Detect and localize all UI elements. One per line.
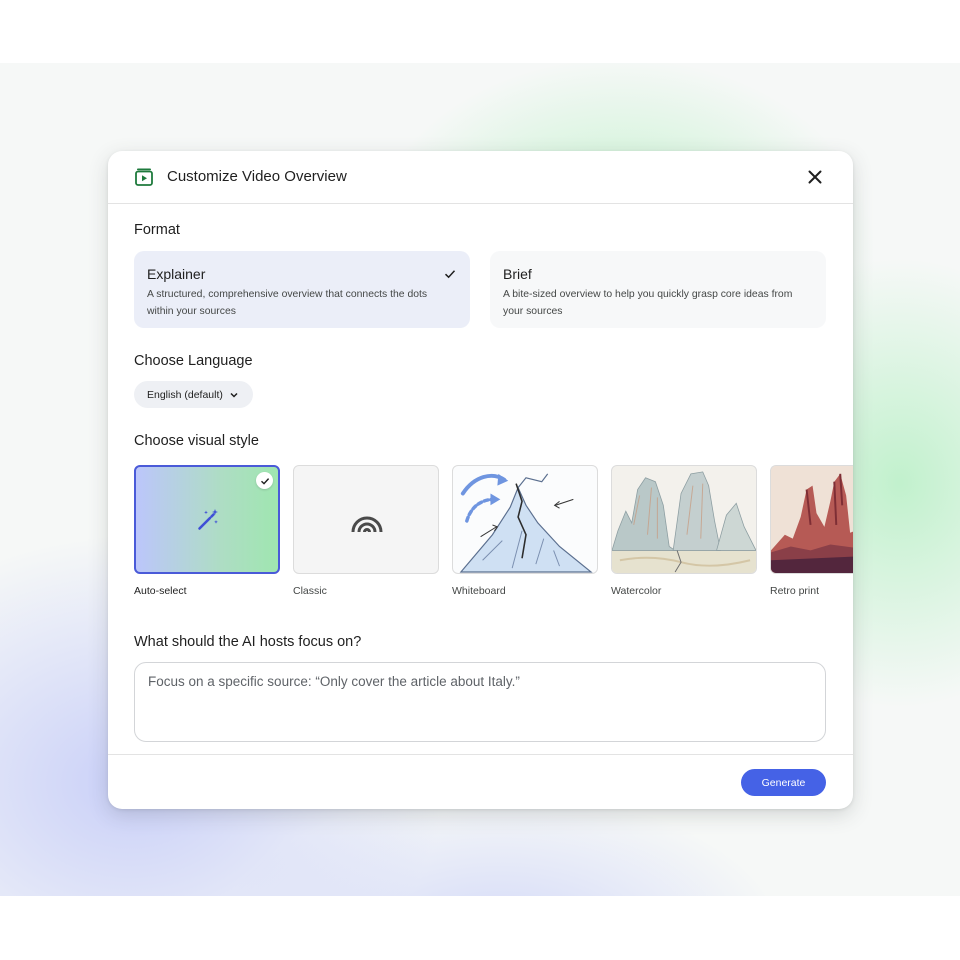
style-label-whiteboard: Whiteboard <box>452 585 506 597</box>
style-label-auto-select: Auto-select <box>134 585 187 597</box>
style-option-whiteboard[interactable] <box>452 465 598 574</box>
language-value: English (default) <box>147 388 223 401</box>
style-option-retro-print[interactable] <box>770 465 853 574</box>
format-option-brief[interactable]: Brief A bite-sized overview to help you … <box>490 251 826 328</box>
rainbow-arc-icon <box>351 516 383 533</box>
style-label-watercolor: Watercolor <box>611 585 662 597</box>
style-option-watercolor[interactable] <box>611 465 757 574</box>
dialog-title: Customize Video Overview <box>167 168 347 185</box>
chevron-down-icon <box>230 392 238 398</box>
watercolor-preview-image <box>612 471 756 573</box>
style-label-retro-print: Retro print <box>770 585 820 597</box>
focus-input[interactable] <box>134 662 826 742</box>
style-label-classic: Classic <box>293 585 327 597</box>
format-label: Format <box>134 222 180 238</box>
format-option-description: A structured, comprehensive overview tha… <box>147 289 428 317</box>
visual-style-label: Choose visual style <box>134 433 259 449</box>
generate-button[interactable]: Generate <box>741 769 826 796</box>
dialog-footer: Generate <box>108 754 853 809</box>
check-icon <box>444 270 456 279</box>
close-icon[interactable] <box>805 167 825 187</box>
language-label: Choose Language <box>134 353 253 369</box>
video-overview-icon <box>135 168 153 186</box>
dialog-header: Customize Video Overview <box>108 151 853 204</box>
style-option-auto-select[interactable] <box>134 465 280 574</box>
format-option-explainer[interactable]: Explainer A structured, comprehensive ov… <box>134 251 470 328</box>
format-option-title: Explainer <box>147 266 206 282</box>
language-dropdown[interactable]: English (default) <box>134 381 253 408</box>
format-option-description: A bite-sized overview to help you quickl… <box>503 289 793 317</box>
format-option-title: Brief <box>503 266 532 282</box>
retro-print-preview-image <box>771 466 853 573</box>
selected-check-icon <box>256 472 273 489</box>
whiteboard-preview-image <box>459 473 593 573</box>
customize-video-dialog: Customize Video Overview Format Explaine… <box>108 151 853 809</box>
style-option-classic[interactable] <box>293 465 439 574</box>
magic-wand-icon <box>198 509 218 530</box>
focus-label: What should the AI hosts focus on? <box>134 634 362 650</box>
